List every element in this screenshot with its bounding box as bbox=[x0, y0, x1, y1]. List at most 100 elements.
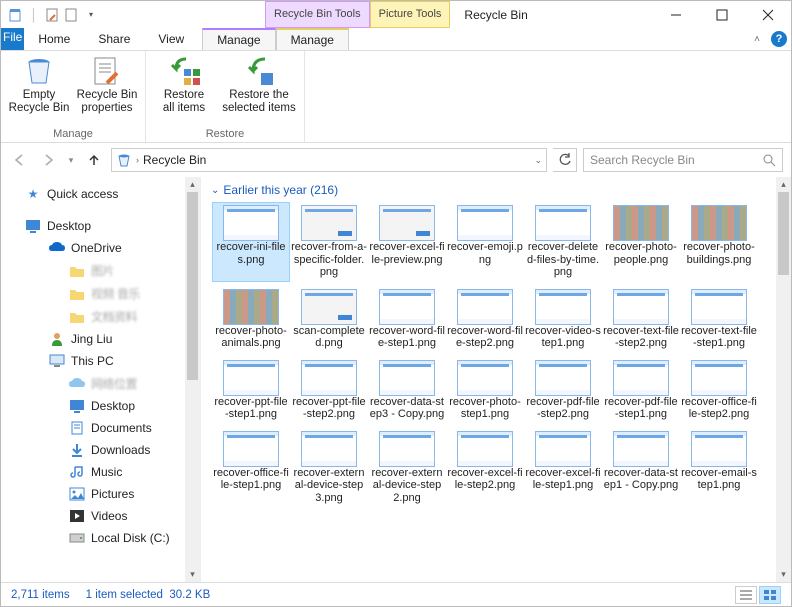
nav-scroll-thumb[interactable] bbox=[187, 192, 198, 380]
file-item[interactable]: recover-external-device-step3.png bbox=[291, 429, 367, 507]
icons-view-button[interactable] bbox=[759, 586, 781, 604]
file-item[interactable]: recover-photo-step1.png bbox=[447, 358, 523, 423]
file-thumbnail bbox=[613, 431, 669, 467]
file-item[interactable]: recover-photo-animals.png bbox=[213, 287, 289, 352]
drive-icon bbox=[69, 486, 85, 502]
file-item[interactable]: recover-office-file-step1.png bbox=[213, 429, 289, 507]
nav-onedrive-subitem[interactable]: 图片 bbox=[1, 259, 200, 282]
file-item[interactable]: recover-text-file-step1.png bbox=[681, 287, 757, 352]
nav-up-button[interactable] bbox=[83, 149, 105, 171]
file-item[interactable]: recover-emoji.png bbox=[447, 203, 523, 281]
restore-selected-button[interactable]: Restore the selected items bbox=[220, 53, 298, 128]
address-dropdown-icon[interactable]: ⌄ bbox=[534, 155, 542, 166]
nav-thispc-subitem[interactable]: Videos bbox=[1, 505, 200, 527]
nav-recent-dropdown[interactable]: ▾ bbox=[65, 149, 77, 171]
nav-onedrive[interactable]: OneDrive bbox=[1, 237, 200, 259]
scroll-up-icon[interactable]: ▴ bbox=[185, 177, 200, 192]
picture-tools-tab[interactable]: Picture Tools bbox=[370, 1, 451, 28]
file-thumbnail bbox=[301, 205, 357, 241]
qat-dropdown-icon[interactable]: ▾ bbox=[83, 7, 99, 23]
file-item[interactable]: recover-pdf-file-step2.png bbox=[525, 358, 601, 423]
file-name: recover-pdf-file-step2.png bbox=[525, 396, 601, 421]
file-item[interactable]: recover-excel-file-step1.png bbox=[525, 429, 601, 507]
file-thumbnail bbox=[613, 289, 669, 325]
file-item[interactable]: scan-completed.png bbox=[291, 287, 367, 352]
recycle-bin-tools-tab[interactable]: Recycle Bin Tools bbox=[265, 1, 370, 28]
file-item[interactable]: recover-email-step1.png bbox=[681, 429, 757, 507]
nav-thispc-subitem[interactable]: Documents bbox=[1, 417, 200, 439]
file-item[interactable]: recover-from-a-specific-folder.png bbox=[291, 203, 367, 281]
breadcrumb-location[interactable]: Recycle Bin bbox=[143, 153, 206, 167]
search-field[interactable]: Search Recycle Bin bbox=[583, 148, 783, 172]
nav-user[interactable]: Jing Liu bbox=[1, 328, 200, 350]
file-item[interactable]: recover-pdf-file-step1.png bbox=[603, 358, 679, 423]
group-header[interactable]: ⌄ Earlier this year (216) bbox=[201, 177, 791, 203]
recycle-bin-small-icon bbox=[116, 152, 132, 168]
nav-desktop[interactable]: Desktop bbox=[1, 215, 200, 237]
nav-thispc-subitem[interactable]: Pictures bbox=[1, 483, 200, 505]
file-item[interactable]: recover-ppt-file-step1.png bbox=[213, 358, 289, 423]
nav-back-button[interactable] bbox=[9, 149, 31, 171]
file-item[interactable]: recover-word-file-step1.png bbox=[369, 287, 445, 352]
file-item[interactable]: recover-data-step3 - Copy.png bbox=[369, 358, 445, 423]
tab-manage-picture[interactable]: Manage bbox=[276, 28, 349, 50]
qat-new-icon[interactable] bbox=[64, 7, 80, 23]
tab-home[interactable]: Home bbox=[24, 28, 84, 50]
file-item[interactable]: recover-text-file-step2.png bbox=[603, 287, 679, 352]
chevron-right-icon[interactable]: › bbox=[136, 155, 139, 165]
tab-share[interactable]: Share bbox=[84, 28, 144, 50]
tab-file[interactable]: File bbox=[1, 28, 24, 50]
tab-manage-recyclebin[interactable]: Manage bbox=[202, 28, 275, 50]
nav-thispc-subitem[interactable]: Desktop bbox=[1, 395, 200, 417]
refresh-button[interactable] bbox=[553, 148, 577, 172]
file-item[interactable]: recover-office-file-step2.png bbox=[681, 358, 757, 423]
content-scroll-thumb[interactable] bbox=[778, 192, 789, 275]
star-icon: ★ bbox=[25, 186, 41, 202]
recycle-bin-properties-button[interactable]: Recycle Bin properties bbox=[75, 53, 139, 128]
nav-thispc-subitem[interactable]: Music bbox=[1, 461, 200, 483]
minimize-button[interactable] bbox=[653, 1, 699, 28]
nav-onedrive-subitem[interactable]: 视频 音乐 bbox=[1, 282, 200, 305]
file-thumbnail bbox=[691, 360, 747, 396]
scroll-up-icon[interactable]: ▴ bbox=[776, 177, 791, 192]
file-thumbnail bbox=[691, 205, 747, 241]
nav-onedrive-subitem[interactable]: 文档资料 bbox=[1, 305, 200, 328]
file-item[interactable]: recover-ini-files.png bbox=[213, 203, 289, 281]
qat-properties-icon[interactable] bbox=[45, 7, 61, 23]
nav-label: Documents bbox=[91, 421, 152, 435]
file-thumbnail bbox=[457, 360, 513, 396]
file-item[interactable]: recover-external-device-step2.png bbox=[369, 429, 445, 507]
scroll-down-icon[interactable]: ▾ bbox=[185, 567, 200, 582]
nav-thispc-subitem[interactable]: 网络位置 bbox=[1, 372, 200, 395]
content-scrollbar[interactable]: ▴ ▾ bbox=[776, 177, 791, 582]
status-bar: 2,711 items 1 item selected 30.2 KB bbox=[1, 582, 791, 606]
nav-quick-access[interactable]: ★Quick access bbox=[1, 183, 200, 205]
file-item[interactable]: recover-data-step1 - Copy.png bbox=[603, 429, 679, 507]
file-item[interactable]: recover-ppt-file-step2.png bbox=[291, 358, 367, 423]
file-item[interactable]: recover-excel-file-preview.png bbox=[369, 203, 445, 281]
close-button[interactable] bbox=[745, 1, 791, 28]
restore-all-icon bbox=[168, 55, 200, 87]
file-item[interactable]: recover-excel-file-step2.png bbox=[447, 429, 523, 507]
nav-thispc-subitem[interactable]: Downloads bbox=[1, 439, 200, 461]
file-item[interactable]: recover-deleted-files-by-time.png bbox=[525, 203, 601, 281]
address-field[interactable]: › Recycle Bin ⌄ bbox=[111, 148, 547, 172]
nav-scrollbar[interactable]: ▴ ▾ bbox=[185, 177, 200, 582]
file-item[interactable]: recover-word-file-step2.png bbox=[447, 287, 523, 352]
maximize-button[interactable] bbox=[699, 1, 745, 28]
file-item[interactable]: recover-video-step1.png bbox=[525, 287, 601, 352]
scroll-down-icon[interactable]: ▾ bbox=[776, 567, 791, 582]
nav-label: 图片 bbox=[91, 262, 114, 279]
ribbon-collapse-icon[interactable]: ˄ bbox=[747, 28, 767, 50]
file-item[interactable]: recover-photo-buildings.png bbox=[681, 203, 757, 281]
restore-all-button[interactable]: Restore all items bbox=[152, 53, 216, 128]
empty-recycle-bin-button[interactable]: Empty Recycle Bin bbox=[7, 53, 71, 128]
drive-icon bbox=[69, 420, 85, 436]
file-item[interactable]: recover-photo-people.png bbox=[603, 203, 679, 281]
nav-forward-button[interactable] bbox=[37, 149, 59, 171]
help-button[interactable]: ? bbox=[767, 28, 791, 50]
nav-this-pc[interactable]: This PC bbox=[1, 350, 200, 372]
details-view-button[interactable] bbox=[735, 586, 757, 604]
tab-view[interactable]: View bbox=[144, 28, 198, 50]
nav-thispc-subitem[interactable]: Local Disk (C:) bbox=[1, 527, 200, 549]
